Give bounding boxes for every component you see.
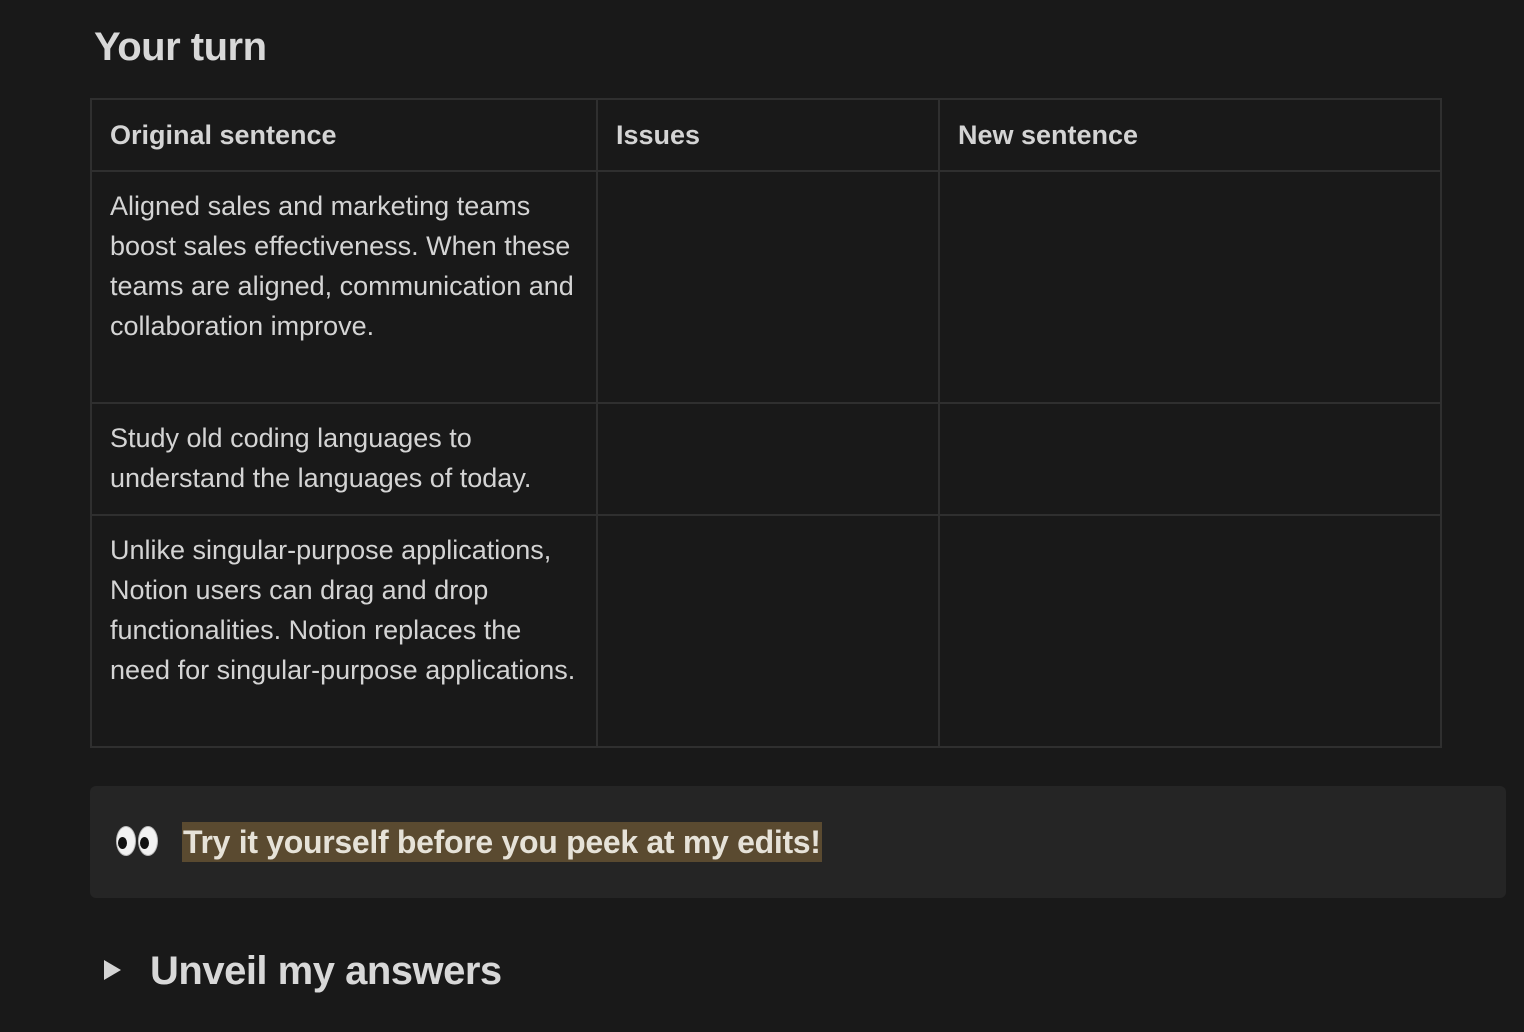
table-row: Study old coding languages to understand… [90, 402, 1442, 516]
table-cell-new[interactable] [938, 514, 1442, 748]
table-cell-original[interactable]: Aligned sales and marketing teams boost … [90, 170, 598, 404]
eyes-icon[interactable] [114, 819, 166, 863]
column-header-new[interactable]: New sentence [938, 98, 1442, 172]
table-cell-issues[interactable] [596, 170, 940, 404]
table-row: Unlike singular-purpose applications, No… [90, 514, 1442, 748]
page: Your turn Original sentence Issues New s… [0, 0, 1524, 1032]
table-row: Aligned sales and marketing teams boost … [90, 170, 1442, 404]
callout-text[interactable]: Try it yourself before you peek at my ed… [182, 822, 822, 862]
table-cell-original[interactable]: Unlike singular-purpose applications, No… [90, 514, 598, 748]
callout-block[interactable]: Try it yourself before you peek at my ed… [90, 786, 1506, 898]
practice-table: Original sentence Issues New sentence Al… [90, 98, 1442, 748]
table-cell-original[interactable]: Study old coding languages to understand… [90, 402, 598, 516]
table-cell-issues[interactable] [596, 402, 940, 516]
toggle-title[interactable]: Unveil my answers [150, 946, 502, 996]
triangle-right-icon[interactable] [104, 960, 121, 980]
section-heading[interactable]: Your turn [94, 22, 267, 72]
column-header-original[interactable]: Original sentence [90, 98, 598, 172]
table-cell-new[interactable] [938, 170, 1442, 404]
column-header-issues[interactable]: Issues [596, 98, 940, 172]
table-cell-issues[interactable] [596, 514, 940, 748]
table-cell-new[interactable] [938, 402, 1442, 516]
table-header-row: Original sentence Issues New sentence [90, 98, 1442, 172]
